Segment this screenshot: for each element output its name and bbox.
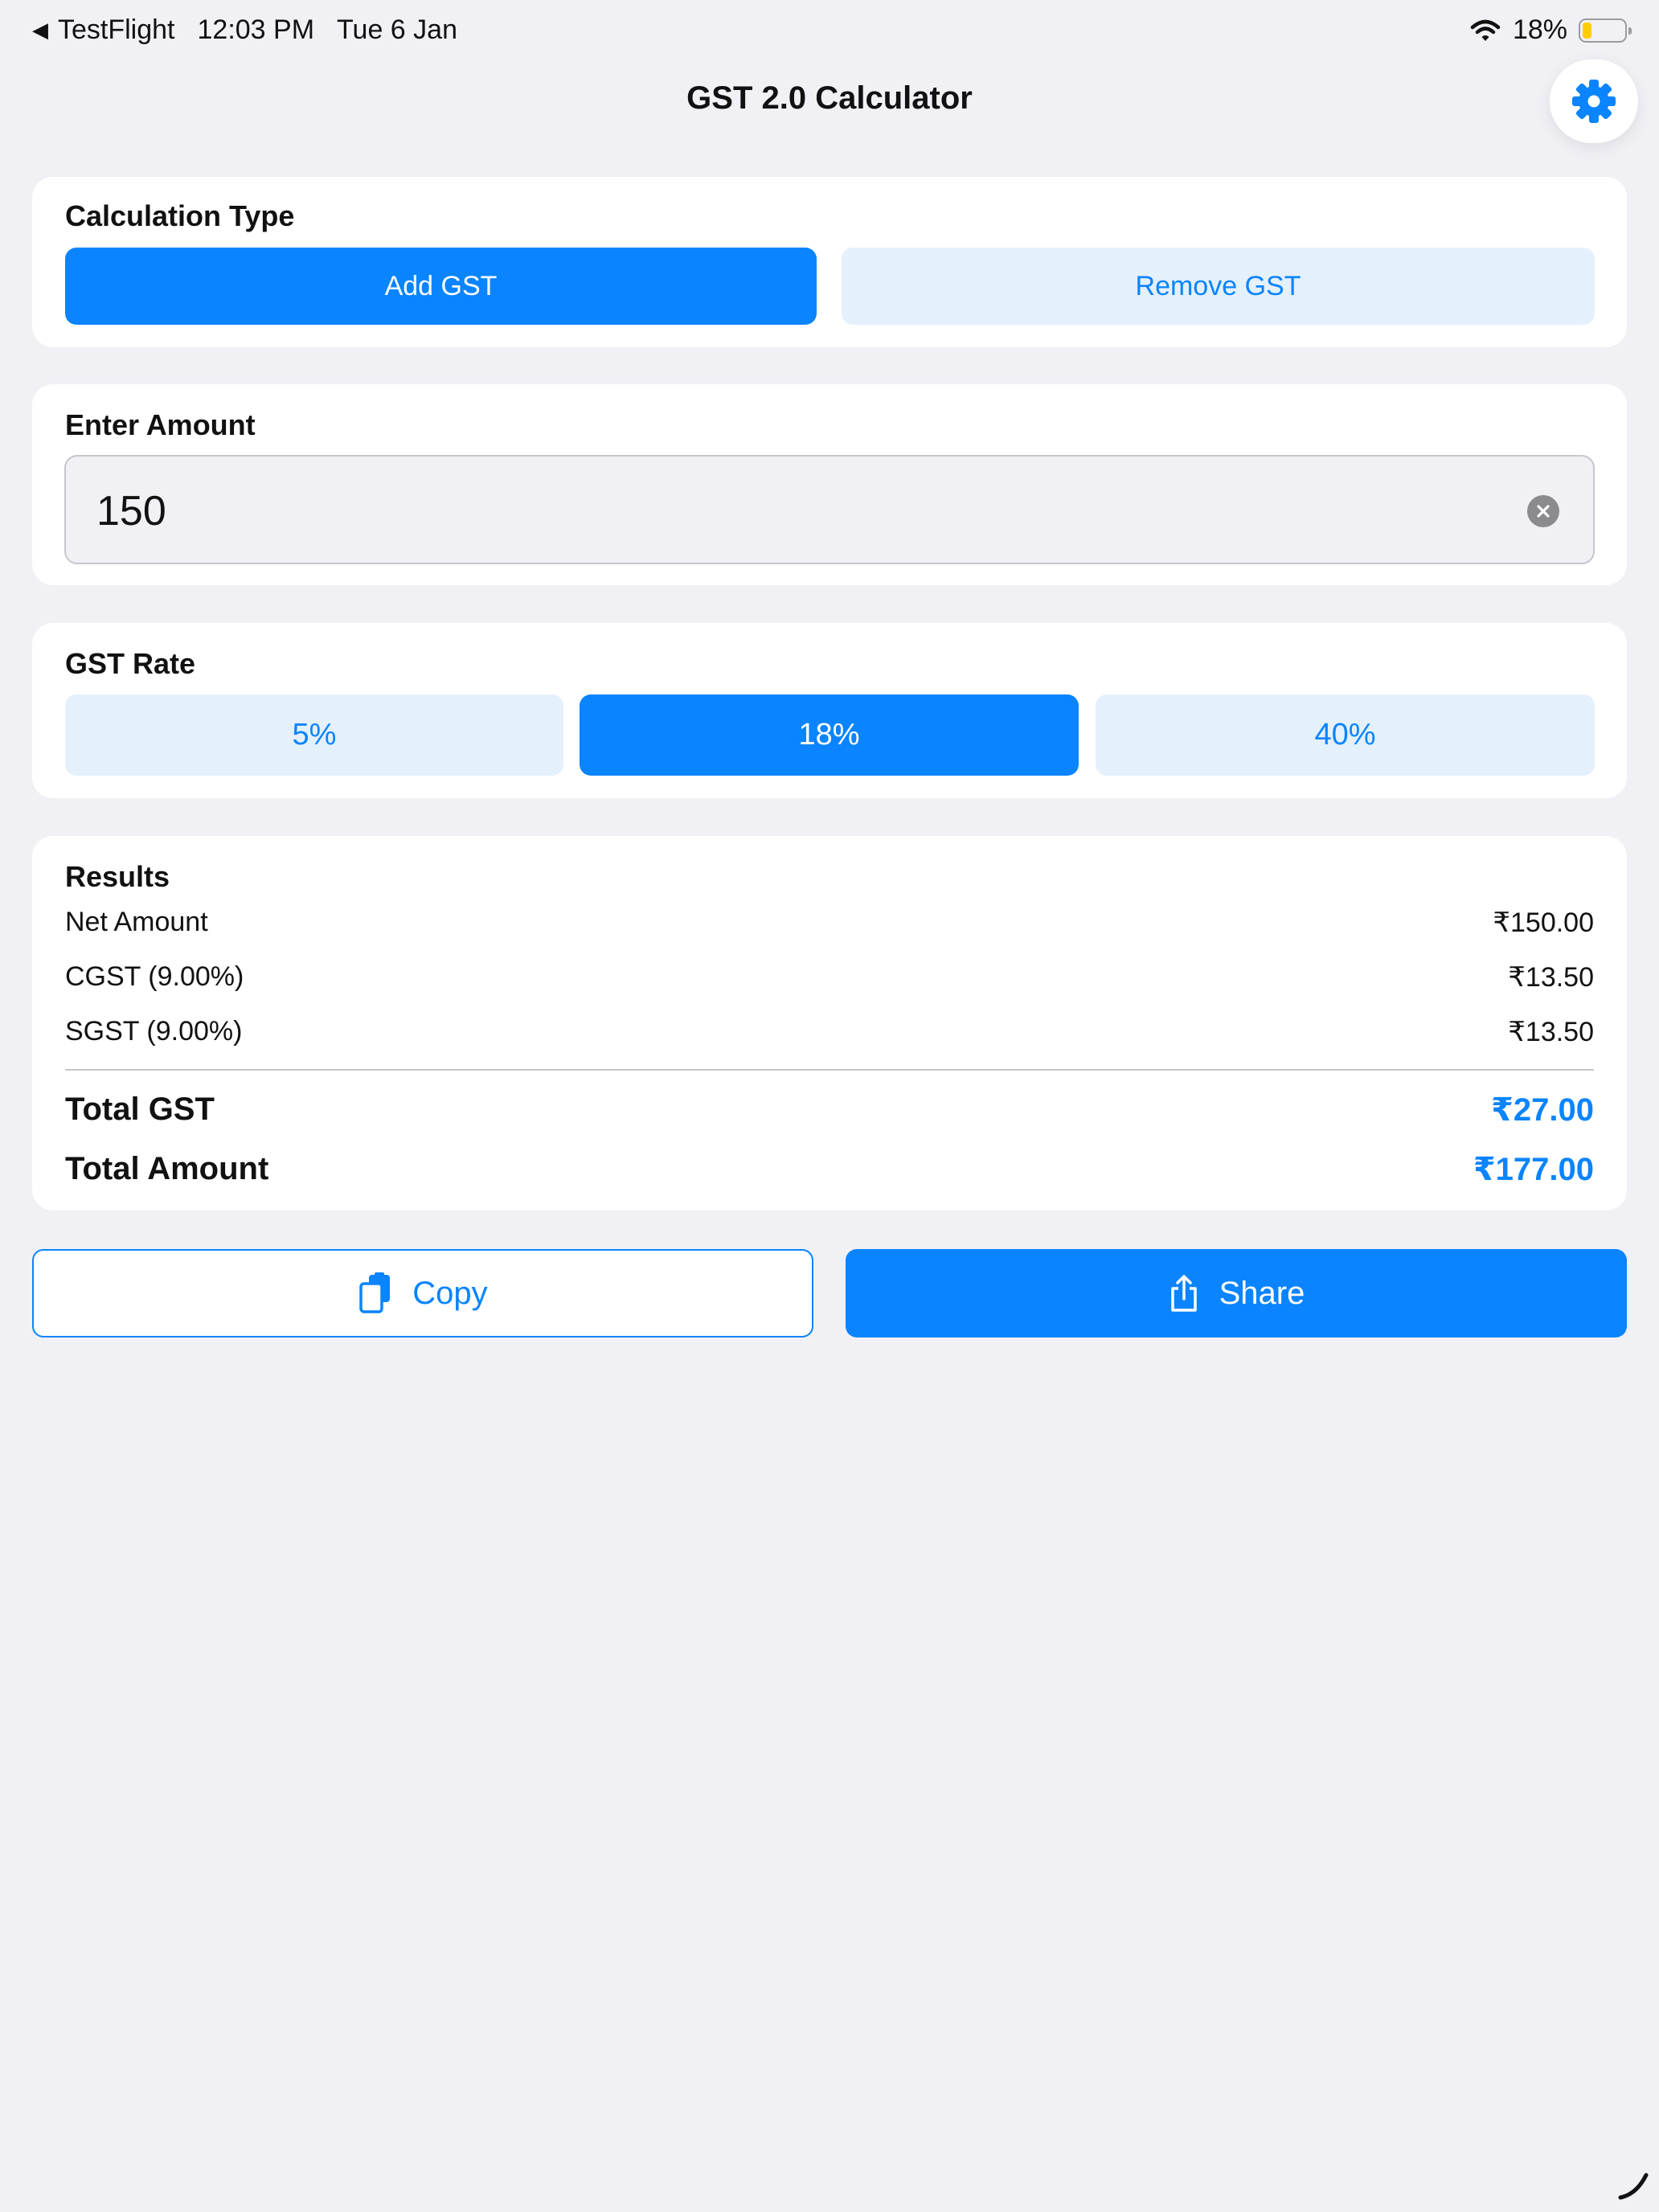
status-bar: ◀ TestFlight 12:03 PM Tue 6 Jan 18% [0, 0, 1659, 59]
gst-rate-card: GST Rate 5% 18% 40% [32, 623, 1627, 798]
rate-18-button[interactable]: 18% [580, 694, 1079, 776]
total-amount-label: Total Amount [65, 1151, 269, 1186]
back-app-name[interactable]: TestFlight [58, 14, 175, 46]
cgst-row: CGST (9.00%) ₹13.50 [65, 961, 1594, 993]
battery-level [1583, 22, 1591, 39]
copy-button[interactable]: Copy [32, 1249, 813, 1337]
clear-input-button[interactable] [1527, 495, 1559, 527]
total-gst-value: ₹27.00 [1491, 1092, 1594, 1128]
cgst-label: CGST (9.00%) [65, 961, 244, 992]
results-label: Results [65, 860, 170, 893]
battery-icon [1579, 18, 1632, 43]
amount-value: 150 [96, 488, 166, 535]
battery-percent: 18% [1512, 14, 1567, 45]
share-button[interactable]: Share [846, 1249, 1627, 1337]
gst-rate-label: GST Rate [65, 647, 196, 680]
net-amount-value: ₹150.00 [1493, 907, 1594, 938]
settings-button[interactable] [1550, 59, 1638, 143]
net-amount-label: Net Amount [65, 907, 208, 937]
total-amount-value: ₹177.00 [1473, 1152, 1594, 1187]
sgst-value: ₹13.50 [1508, 1017, 1594, 1047]
cgst-value: ₹13.50 [1508, 962, 1594, 993]
results-card: Results Net Amount ₹150.00 CGST (9.00%) … [32, 836, 1627, 1210]
copy-label: Copy [412, 1275, 488, 1311]
gear-icon [1572, 80, 1616, 123]
total-amount-row: Total Amount ₹177.00 [65, 1151, 1594, 1187]
copy-icon [359, 1272, 391, 1313]
share-label: Share [1219, 1275, 1305, 1311]
amount-input[interactable]: 150 [64, 455, 1595, 564]
amount-label: Enter Amount [65, 408, 256, 441]
rate-40-button[interactable]: 40% [1096, 694, 1595, 776]
calculation-type-card: Calculation Type Add GST Remove GST [32, 177, 1627, 347]
status-time: 12:03 PM [197, 14, 315, 45]
wifi-icon [1470, 19, 1501, 41]
net-amount-row: Net Amount ₹150.00 [65, 907, 1594, 938]
page-title: GST 2.0 Calculator [686, 80, 973, 116]
total-gst-label: Total GST [65, 1092, 215, 1127]
amount-card: Enter Amount 150 [32, 384, 1627, 585]
calculation-type-label: Calculation Type [65, 199, 295, 232]
corner-indicator-icon [1618, 2173, 1649, 2200]
sgst-label: SGST (9.00%) [65, 1016, 243, 1047]
add-gst-button[interactable]: Add GST [65, 248, 817, 325]
remove-gst-button[interactable]: Remove GST [842, 248, 1595, 325]
status-bar-right: 18% [1469, 14, 1632, 46]
status-bar-left: ◀ TestFlight 12:03 PM Tue 6 Jan [32, 14, 457, 46]
back-arrow-icon[interactable]: ◀ [32, 18, 48, 43]
total-gst-row: Total GST ₹27.00 [65, 1092, 1594, 1128]
status-date: Tue 6 Jan [337, 14, 457, 45]
rate-5-button[interactable]: 5% [65, 694, 563, 776]
sgst-row: SGST (9.00%) ₹13.50 [65, 1016, 1594, 1047]
share-icon [1170, 1275, 1197, 1312]
results-divider [65, 1069, 1594, 1071]
clear-icon [1537, 505, 1550, 518]
battery-tip [1628, 27, 1632, 35]
